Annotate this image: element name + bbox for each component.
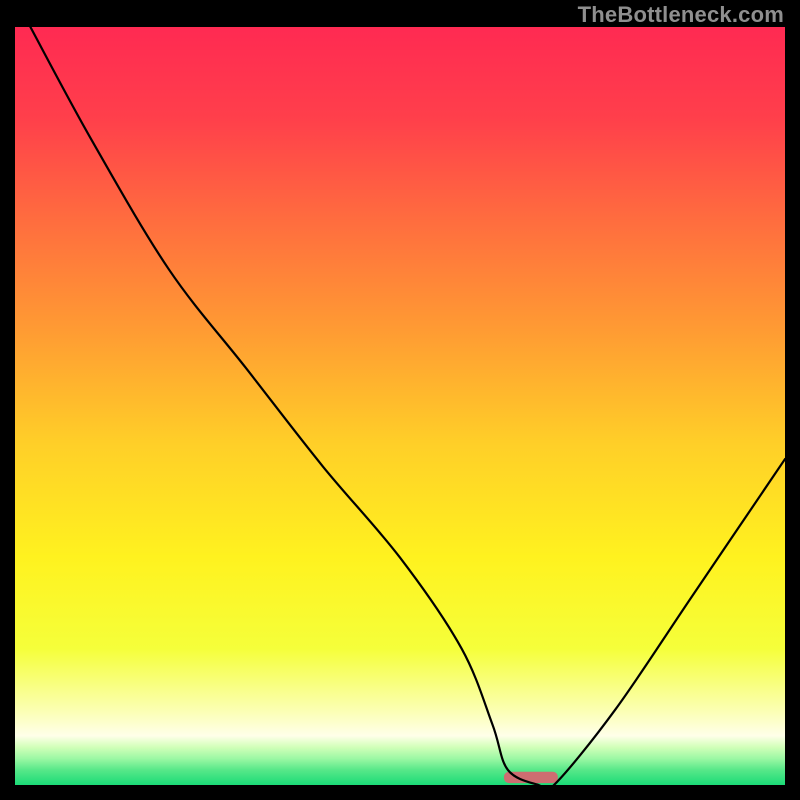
watermark-label: TheBottleneck.com: [578, 2, 784, 28]
chart-background: [15, 27, 785, 785]
chart-svg: [15, 27, 785, 785]
chart-frame: [15, 27, 785, 785]
